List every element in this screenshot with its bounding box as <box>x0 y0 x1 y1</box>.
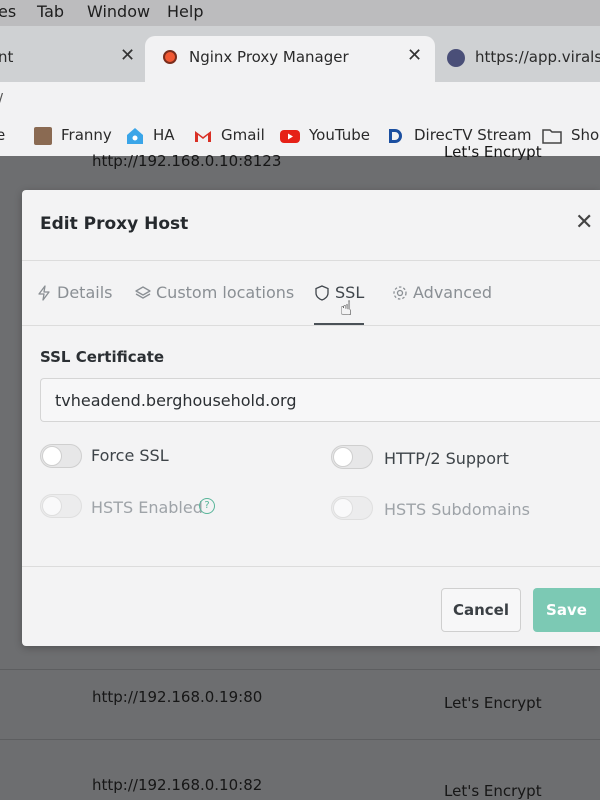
hsts-enabled-label: HSTS Enabled <box>91 498 203 517</box>
row-destination: http://192.168.0.10:82 <box>92 776 263 794</box>
menu-item-help[interactable]: Help <box>167 2 203 21</box>
bookmark-franny[interactable]: Franny <box>61 126 112 144</box>
tab-details[interactable]: Details <box>36 283 112 302</box>
address-bar-text: / <box>0 90 3 108</box>
cancel-button[interactable]: Cancel <box>441 588 521 632</box>
toggle-knob <box>42 496 62 516</box>
browser-tab-strip: nt ✕ Nginx Proxy Manager ✕ https://app.v… <box>0 26 600 82</box>
tab-custom-locations[interactable]: Custom locations <box>135 283 294 302</box>
tab-details-label: Details <box>57 283 113 302</box>
toggle-knob <box>42 446 62 466</box>
table-row: http://192.168.0.19:80 Let's Encrypt <box>0 669 600 730</box>
row-destination: http://192.168.0.10:8123 <box>92 152 282 170</box>
close-icon[interactable]: ✕ <box>575 210 593 235</box>
ssl-certificate-value: tvheadend.berghousehold.org <box>55 391 297 410</box>
bookmark-directv-stream[interactable]: DirecTV Stream <box>414 126 532 144</box>
bookmark-partial-icon: e <box>0 126 6 144</box>
gmail-icon <box>194 127 212 145</box>
force-ssl-label: Force SSL <box>91 446 169 465</box>
bookmark-youtube[interactable]: YouTube <box>309 126 370 144</box>
modal-title: Edit Proxy Host <box>40 214 189 234</box>
close-icon[interactable]: ✕ <box>120 45 135 66</box>
gear-icon <box>393 286 407 300</box>
table-row: http://192.168.0.10:82 Let's Encrypt <box>0 739 600 800</box>
layers-icon <box>135 286 151 299</box>
tab-advanced-label: Advanced <box>413 283 493 302</box>
toggle-knob <box>333 447 353 467</box>
modal-header: Edit Proxy Host ✕ <box>22 190 600 261</box>
menu-item-window[interactable]: Window <box>87 2 150 21</box>
macos-menu-bar: es Tab Window Help <box>0 0 600 26</box>
tab-title: https://app.viralsw <box>475 48 600 66</box>
browser-tab-previous[interactable]: nt ✕ <box>0 36 145 82</box>
browser-tab-viralsw[interactable]: https://app.viralsw <box>435 36 600 82</box>
help-circle-icon[interactable]: ? <box>199 498 215 514</box>
hsts-subdomains-toggle[interactable] <box>331 496 373 520</box>
ssl-certificate-label: SSL Certificate <box>40 348 165 366</box>
http2-support-label: HTTP/2 Support <box>384 449 509 468</box>
save-button[interactable]: Save <box>533 588 600 632</box>
close-icon[interactable]: ✕ <box>407 45 422 66</box>
tab-custom-locations-label: Custom locations <box>156 283 295 302</box>
row-ssl: Let's Encrypt <box>444 143 542 161</box>
address-bar[interactable]: / <box>0 82 600 118</box>
active-tab-indicator <box>314 323 364 325</box>
hsts-enabled-toggle[interactable] <box>40 494 82 518</box>
bookmark-shop[interactable]: Shop <box>571 126 600 144</box>
bookmark-gmail[interactable]: Gmail <box>221 126 265 144</box>
hand-pointer-cursor-icon: ☝ <box>340 296 353 320</box>
hsts-subdomains-label: HSTS Subdomains <box>384 500 530 519</box>
browser-tab-nginx-proxy-manager[interactable]: Nginx Proxy Manager ✕ <box>145 36 435 82</box>
site-favicon-icon <box>447 49 465 67</box>
lightning-icon <box>38 285 50 301</box>
bookmark-ha[interactable]: HA <box>153 126 175 144</box>
tab-title: nt <box>0 48 14 66</box>
modal-tabs: Details Custom locations SSL Advanced <box>22 261 600 326</box>
tab-title: Nginx Proxy Manager <box>189 48 349 66</box>
folder-icon <box>542 127 562 145</box>
menu-item-edit-partial[interactable]: es <box>0 2 16 21</box>
ssl-certificate-select[interactable]: tvheadend.berghousehold.org <box>40 378 600 422</box>
franny-avatar-icon <box>34 127 52 145</box>
force-ssl-toggle[interactable] <box>40 444 82 468</box>
nginx-proxy-manager-favicon-icon <box>163 50 177 64</box>
row-destination: http://192.168.0.19:80 <box>92 688 263 706</box>
row-ssl: Let's Encrypt <box>444 782 542 800</box>
youtube-icon <box>280 127 300 145</box>
home-assistant-icon <box>126 127 144 145</box>
directv-icon <box>386 127 404 145</box>
menu-item-tab[interactable]: Tab <box>37 2 64 21</box>
http2-support-toggle[interactable] <box>331 445 373 469</box>
edit-proxy-host-modal: Edit Proxy Host ✕ Details Custom locatio… <box>22 190 600 646</box>
modal-footer-divider <box>22 566 600 567</box>
tab-advanced[interactable]: Advanced <box>392 283 492 302</box>
toggle-knob <box>333 498 353 518</box>
shield-icon <box>315 285 329 301</box>
row-ssl: Let's Encrypt <box>444 694 542 712</box>
